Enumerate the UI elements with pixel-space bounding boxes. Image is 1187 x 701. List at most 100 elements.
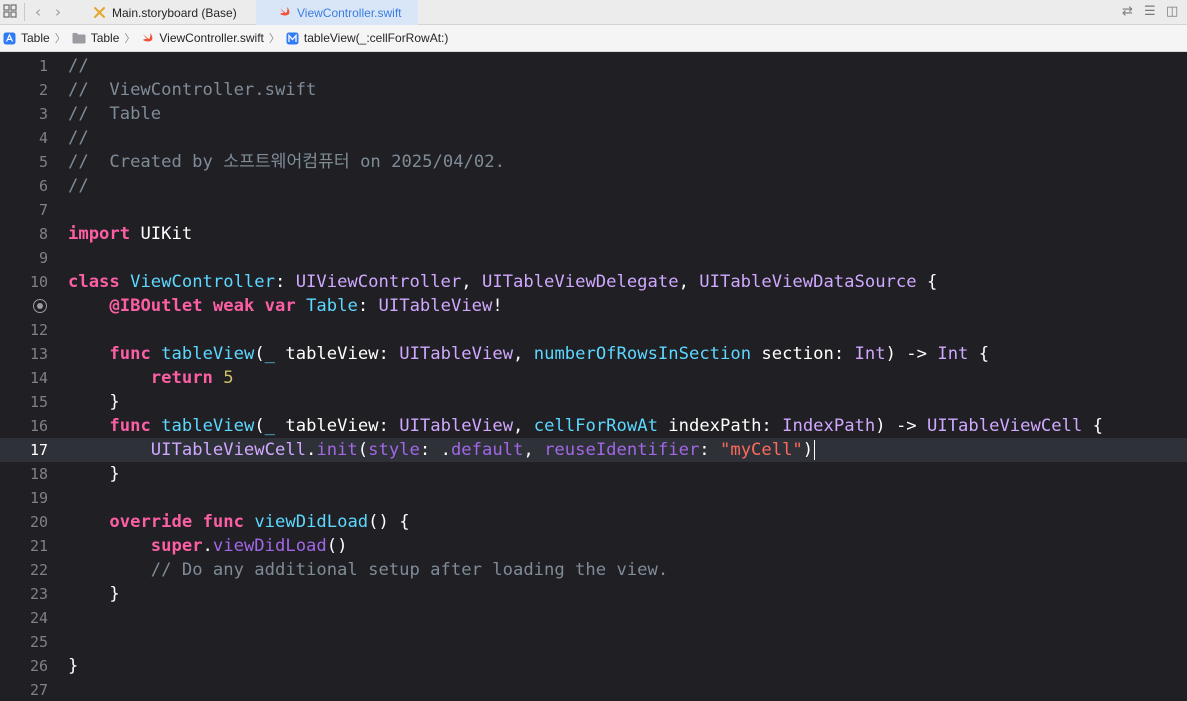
code-line[interactable]: 8 import UIKit <box>0 222 1187 246</box>
forward-arrow-icon[interactable]: › <box>52 3 64 21</box>
line-number[interactable]: 8 <box>0 222 48 246</box>
code-line[interactable]: 4 // <box>0 126 1187 150</box>
code-text[interactable]: } <box>68 654 78 678</box>
code-line[interactable]: 3 // Table <box>0 102 1187 126</box>
line-number[interactable]: 14 <box>0 366 48 390</box>
line-number[interactable]: 26 <box>0 654 48 678</box>
code-line[interactable]: 24 <box>0 606 1187 630</box>
code-line[interactable]: 12 <box>0 318 1187 342</box>
code-line[interactable]: 25 <box>0 630 1187 654</box>
code-line[interactable]: 14 return 5 <box>0 366 1187 390</box>
folder-icon <box>72 33 86 44</box>
line-number[interactable]: 17 <box>0 438 48 462</box>
line-number[interactable]: 25 <box>0 630 48 654</box>
code-text[interactable]: UITableViewCell.init(style: .default, re… <box>68 438 816 462</box>
related-items-icon[interactable] <box>3 4 17 18</box>
code-text[interactable]: // ViewController.swift <box>68 78 316 102</box>
tab-viewcontroller-swift[interactable]: ViewController.swift <box>256 0 418 25</box>
code-token: UITableViewDataSource <box>699 272 917 292</box>
code-line[interactable]: 7 <box>0 198 1187 222</box>
line-number[interactable]: 10 <box>0 270 48 294</box>
line-number[interactable]: 18 <box>0 462 48 486</box>
code-review-icon[interactable]: ⇄ <box>1122 3 1133 19</box>
line-number[interactable]: 19 <box>0 486 48 510</box>
code-token: return <box>150 368 213 388</box>
code-line[interactable]: 20 override func viewDidLoad() { <box>0 510 1187 534</box>
line-number[interactable]: 2 <box>0 78 48 102</box>
line-number[interactable]: 5 <box>0 150 48 174</box>
code-text[interactable]: class ViewController: UIViewController, … <box>68 270 937 294</box>
code-token: _ <box>264 344 276 364</box>
line-number[interactable]: 20 <box>0 510 48 534</box>
back-arrow-icon[interactable]: ‹ <box>32 3 44 21</box>
code-line[interactable]: 13 func tableView(_ tableView: UITableVi… <box>0 342 1187 366</box>
code-text[interactable]: // Created by 소프트웨어컴퓨터 on 2025/04/02. <box>68 150 505 174</box>
code-token: viewDidLoad <box>212 536 327 556</box>
code-line[interactable]: 27 <box>0 678 1187 701</box>
code-line[interactable]: 6 // <box>0 174 1187 198</box>
code-text[interactable]: // Do any additional setup after loading… <box>68 558 668 582</box>
code-text[interactable]: func tableView(_ tableView: UITableView,… <box>68 342 989 366</box>
line-number[interactable]: 6 <box>0 174 48 198</box>
outlet-connection-icon[interactable] <box>33 299 47 313</box>
code-token: tableView <box>161 344 255 364</box>
code-line[interactable]: 21 super.viewDidLoad() <box>0 534 1187 558</box>
code-text[interactable]: override func viewDidLoad() { <box>68 510 409 534</box>
code-line[interactable]: 16 func tableView(_ tableView: UITableVi… <box>0 414 1187 438</box>
code-token: UIViewController <box>295 272 462 292</box>
code-text[interactable]: // <box>68 174 89 198</box>
code-text[interactable]: @IBOutlet weak var Table: UITableView! <box>68 294 502 318</box>
line-number[interactable]: 13 <box>0 342 48 366</box>
line-number[interactable]: 21 <box>0 534 48 558</box>
code-line[interactable]: 5 // Created by 소프트웨어컴퓨터 on 2025/04/02. <box>0 150 1187 174</box>
code-line[interactable]: 18 } <box>0 462 1187 486</box>
line-number[interactable]: 16 <box>0 414 48 438</box>
code-text[interactable]: super.viewDidLoad() <box>68 534 348 558</box>
code-token: } <box>68 464 120 484</box>
code-line[interactable]: 19 <box>0 486 1187 510</box>
code-line[interactable]: 15 } <box>0 390 1187 414</box>
line-number[interactable]: 24 <box>0 606 48 630</box>
code-text[interactable]: } <box>68 390 119 414</box>
line-number[interactable]: 23 <box>0 582 48 606</box>
code-line[interactable]: 9 <box>0 246 1187 270</box>
code-text[interactable]: } <box>68 582 119 606</box>
code-line[interactable]: 10 class ViewController: UIViewController… <box>0 270 1187 294</box>
line-number[interactable]: 7 <box>0 198 48 222</box>
code-text[interactable]: import UIKit <box>68 222 192 246</box>
editor-options-icon[interactable]: ☰ <box>1144 3 1156 19</box>
code-line[interactable]: 26} <box>0 654 1187 678</box>
breadcrumb-file[interactable]: ViewController.swift <box>141 31 264 45</box>
breadcrumb-method[interactable]: tableView(_:cellForRowAt:) <box>286 31 448 45</box>
code-text[interactable]: func tableView(_ tableView: UITableView,… <box>68 414 1103 438</box>
code-line[interactable]: 17 UITableViewCell.init(style: .default,… <box>0 438 1187 462</box>
code-token: , <box>513 416 534 436</box>
line-number[interactable]: 1 <box>0 54 48 78</box>
code-text[interactable]: return 5 <box>68 366 234 390</box>
code-token: default <box>450 440 524 460</box>
code-editor[interactable]: 1//2// ViewController.swift 3// Table 4//5… <box>0 53 1187 701</box>
code-line[interactable]: 22 // Do any additional setup after load… <box>0 558 1187 582</box>
code-line[interactable]: 23 } <box>0 582 1187 606</box>
code-text[interactable]: // <box>68 54 89 78</box>
line-number[interactable]: 15 <box>0 390 48 414</box>
code-line[interactable]: 1 // <box>0 54 1187 78</box>
tab-main-storyboard[interactable]: Main.storyboard (Base) <box>93 0 253 25</box>
line-number[interactable]: 3 <box>0 102 48 126</box>
code-line[interactable]: 2 // ViewController.swift <box>0 78 1187 102</box>
code-text[interactable]: // <box>68 126 89 150</box>
code-text[interactable]: } <box>68 462 120 486</box>
breadcrumb-project[interactable]: Table <box>3 31 50 45</box>
line-number[interactable]: 27 <box>0 678 48 701</box>
line-number[interactable]: 12 <box>0 318 48 342</box>
code-text[interactable]: // Table <box>68 102 161 126</box>
code-token: func <box>202 512 244 532</box>
line-number[interactable]: 22 <box>0 558 48 582</box>
breadcrumb-group[interactable]: Table <box>72 31 119 45</box>
split-editor-icon[interactable]: ◫ <box>1166 3 1178 19</box>
code-line[interactable]: @IBOutlet weak var Table: UITableView! <box>0 294 1187 318</box>
line-number[interactable]: 4 <box>0 126 48 150</box>
line-number[interactable]: 9 <box>0 246 48 270</box>
